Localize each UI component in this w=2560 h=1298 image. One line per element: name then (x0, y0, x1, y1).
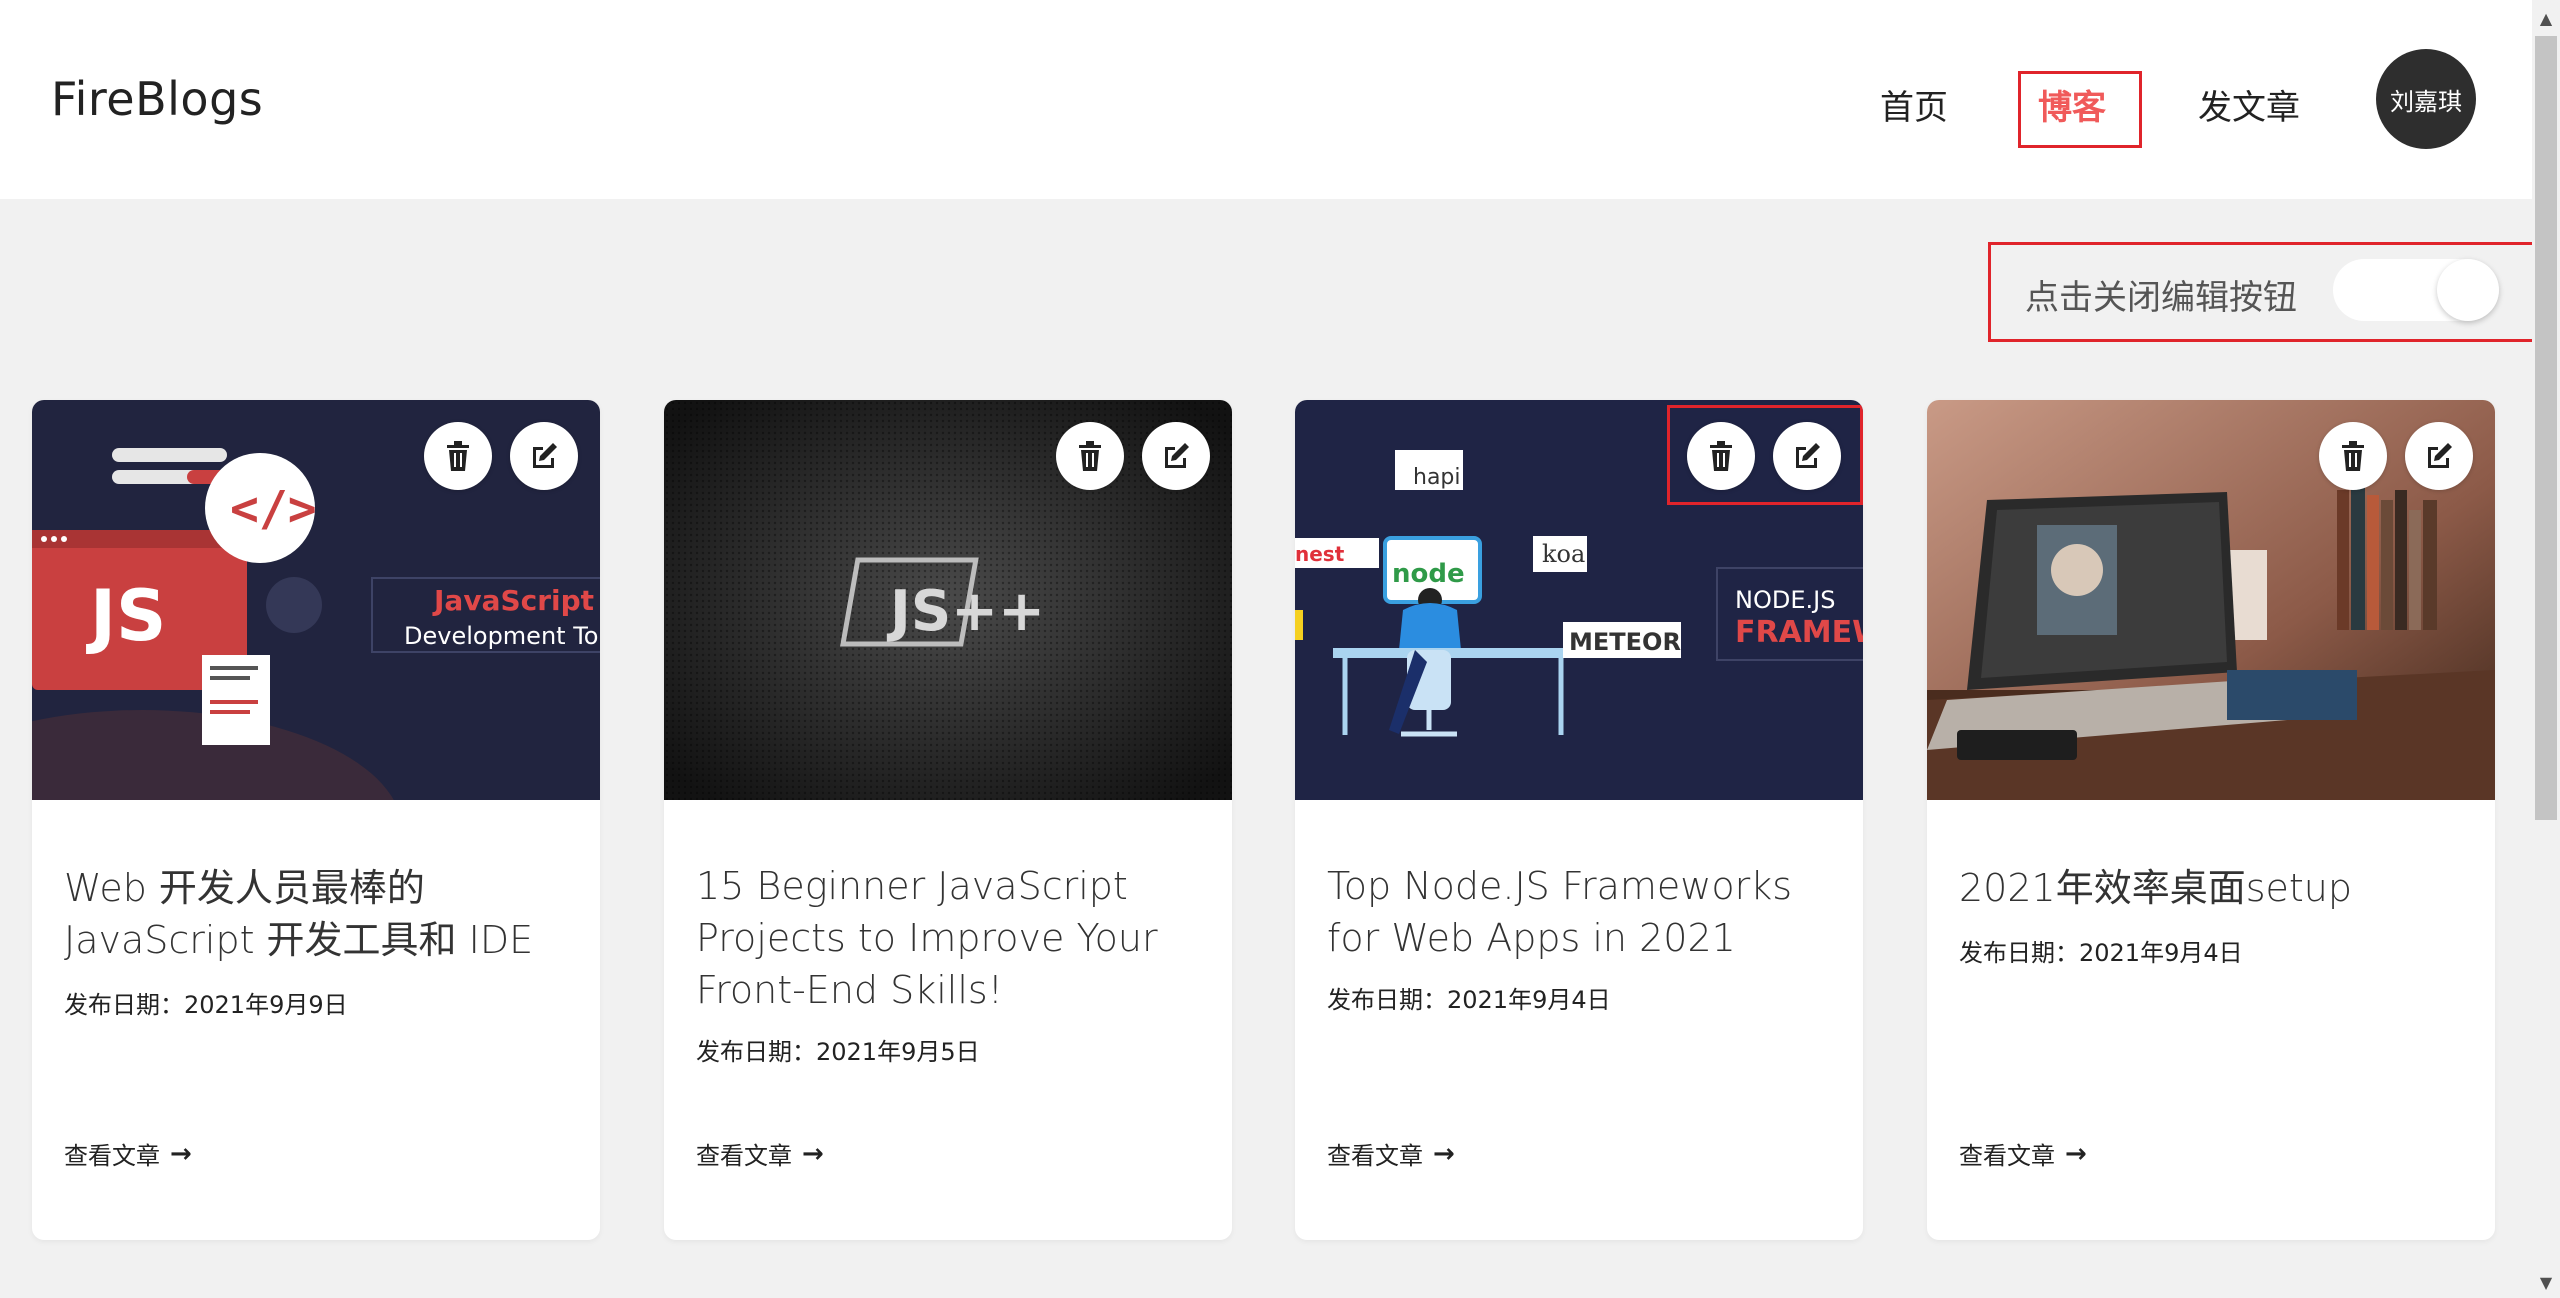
post-date: 发布日期：2021年9月4日 (1959, 939, 2243, 967)
svg-text:Development To: Development To (404, 622, 598, 650)
view-post-link[interactable]: 查看文章 → (1327, 1136, 1455, 1171)
delete-post-button[interactable] (1687, 422, 1755, 490)
post-card[interactable]: JS </> JavaScript Development To Web 开发人… (32, 400, 600, 1240)
edit-post-button[interactable] (1773, 422, 1841, 490)
view-post-link[interactable]: 查看文章 → (64, 1136, 192, 1171)
post-card[interactable]: hapi koa nest node METEOR NODE.JS FRAMEW (1295, 400, 1863, 1240)
arrow-right-icon: → (802, 1138, 824, 1169)
post-title[interactable]: 15 Beginner JavaScript Projects to Impro… (696, 860, 1206, 1016)
nav-create-post[interactable]: 发文章 (2198, 80, 2300, 129)
svg-text:FRAMEW: FRAMEW (1735, 615, 1863, 650)
svg-text:JS++: JS++ (886, 579, 1045, 644)
edit-icon (533, 443, 557, 468)
arrow-right-icon: → (1433, 1138, 1455, 1169)
toggle-knob[interactable] (2437, 259, 2499, 321)
edit-post-button[interactable] (2405, 422, 2473, 490)
trash-icon (1710, 441, 1732, 471)
view-post-link[interactable]: 查看文章 → (696, 1136, 824, 1171)
svg-text:JavaScript: JavaScript (432, 584, 594, 617)
delete-post-button[interactable] (424, 422, 492, 490)
nav-blog-highlight-box (2018, 71, 2142, 148)
svg-text:koa: koa (1542, 540, 1585, 568)
view-post-label: 查看文章 (64, 1142, 160, 1170)
trash-icon (2342, 441, 2364, 471)
post-title[interactable]: Web 开发人员最棒的 JavaScript 开发工具和 IDE (64, 862, 574, 966)
delete-post-button[interactable] (2319, 422, 2387, 490)
view-post-label: 查看文章 (696, 1142, 792, 1170)
trash-icon (1079, 441, 1101, 471)
edit-icon (1796, 443, 1820, 468)
scroll-thumb[interactable] (2535, 36, 2557, 820)
view-post-label: 查看文章 (1327, 1142, 1423, 1170)
svg-text:hapi: hapi (1413, 465, 1461, 490)
vertical-scrollbar[interactable]: ▲ ▼ (2532, 0, 2560, 1298)
post-date: 发布日期：2021年9月9日 (64, 991, 348, 1019)
scroll-down-arrow-icon[interactable]: ▼ (2532, 1268, 2560, 1298)
edit-post-button[interactable] (1142, 422, 1210, 490)
delete-post-button[interactable] (1056, 422, 1124, 490)
scroll-up-arrow-icon[interactable]: ▲ (2532, 4, 2560, 34)
post-date: 发布日期：2021年9月4日 (1327, 986, 1611, 1014)
post-card[interactable]: JS++ 15 Beginner JavaScript Projects to … (664, 400, 1232, 1240)
post-date: 发布日期：2021年9月5日 (696, 1038, 980, 1066)
trash-icon (447, 441, 469, 471)
header: FireBlogs 首页 博客 发文章 刘嘉琪 (0, 0, 2532, 199)
view-post-label: 查看文章 (1959, 1142, 2055, 1170)
nav-home[interactable]: 首页 (1880, 80, 1948, 129)
edit-icon (2428, 443, 2452, 468)
svg-text:nest: nest (1295, 542, 1345, 566)
arrow-right-icon: → (170, 1138, 192, 1169)
post-title[interactable]: 2021年效率桌面setup (1959, 862, 2469, 914)
user-avatar[interactable]: 刘嘉琪 (2376, 49, 2476, 149)
arrow-right-icon: → (2065, 1138, 2087, 1169)
edit-post-button[interactable] (510, 422, 578, 490)
site-logo[interactable]: FireBlogs (51, 72, 263, 126)
edit-icon (1165, 443, 1189, 468)
post-title[interactable]: Top Node.JS Frameworks for Web Apps in 2… (1327, 860, 1837, 964)
svg-text:METEOR: METEOR (1569, 628, 1681, 656)
view-post-link[interactable]: 查看文章 → (1959, 1136, 2087, 1171)
svg-text:NODE.JS: NODE.JS (1735, 586, 1835, 614)
edit-toggle-label: 点击关闭编辑按钮 (2025, 278, 2297, 318)
svg-text:JS: JS (86, 575, 166, 657)
post-card[interactable]: 2021年效率桌面setup 发布日期：2021年9月4日 查看文章 → (1927, 400, 2495, 1240)
svg-text:node: node (1392, 559, 1465, 589)
svg-text:</>: </> (230, 481, 317, 537)
edit-mode-toggle[interactable] (2333, 259, 2499, 321)
